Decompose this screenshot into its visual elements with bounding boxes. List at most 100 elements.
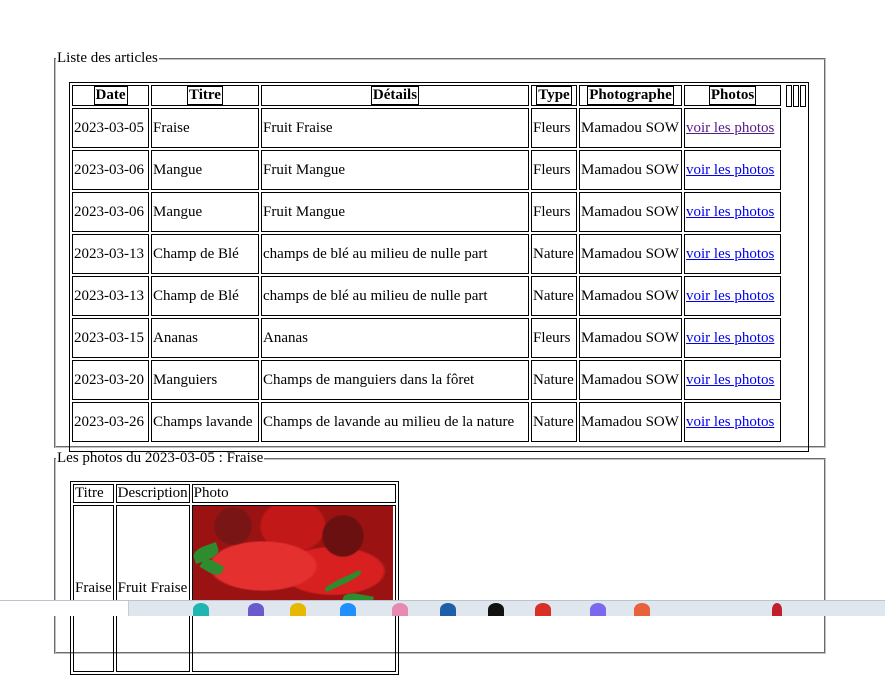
header-details: Détails <box>261 85 529 106</box>
taskbar-app-icon[interactable] <box>488 603 504 616</box>
cell-photos: voir les photos <box>684 192 781 232</box>
taskbar-app-icon[interactable] <box>248 603 264 616</box>
cell-photographe: Mamadou SOW <box>579 108 682 148</box>
table-row: 2023-03-20 Manguiers Champs de manguiers d… <box>72 360 781 400</box>
cell-photographe: Mamadou SOW <box>579 192 682 232</box>
voir-photos-link[interactable]: voir les photos <box>686 162 774 178</box>
cell-photos: voir les photos <box>684 402 781 442</box>
voir-photos-link[interactable]: voir les photos <box>686 330 774 346</box>
taskbar-app-icon[interactable] <box>340 603 356 616</box>
cell-photos: voir les photos <box>684 360 781 400</box>
cell-photos: voir les photos <box>684 108 781 148</box>
articles-table-container[interactable]: Date Titre Détails Type Photographe Phot… <box>69 82 809 452</box>
cell-titre: Champ de Blé <box>151 276 259 316</box>
header-type: Type <box>531 85 577 106</box>
voir-photos-link[interactable]: voir les photos <box>686 288 774 304</box>
header-photographe: Photographe <box>579 85 682 106</box>
cell-titre: Champ de Blé <box>151 234 259 274</box>
table-row: 2023-03-06 Mangue Fruit Mangue Fleurs Mamado… <box>72 150 781 190</box>
taskbar-app-icon[interactable] <box>290 603 306 616</box>
cell-date: 2023-03-05 <box>72 108 149 148</box>
header-date: Date <box>72 85 149 106</box>
cell-titre: Ananas <box>151 318 259 358</box>
cell-type: Fleurs <box>531 318 577 358</box>
strawberry-photo <box>192 506 393 606</box>
cell-titre: Manguiers <box>151 360 259 400</box>
voir-photos-link[interactable]: voir les photos <box>686 204 774 220</box>
table-row: 2023-03-15 Ananas Ananas Fleurs Mamadou SOW v… <box>72 318 781 358</box>
photos-header-photo: Photo <box>191 484 396 503</box>
cell-photos: voir les photos <box>684 318 781 358</box>
cell-details: Fruit Fraise <box>261 108 529 148</box>
cell-type: Nature <box>531 276 577 316</box>
cell-details: Fruit Mangue <box>261 192 529 232</box>
cell-type: Fleurs <box>531 192 577 232</box>
cell-type: Nature <box>531 234 577 274</box>
taskbar-app-icon[interactable] <box>634 603 650 616</box>
cell-date: 2023-03-13 <box>72 234 149 274</box>
cell-titre: Mangue <box>151 192 259 232</box>
voir-photos-link[interactable]: voir les photos <box>686 372 774 388</box>
cell-photos: voir les photos <box>684 276 781 316</box>
cell-date: 2023-03-06 <box>72 192 149 232</box>
taskbar-app-icon[interactable] <box>440 603 456 616</box>
table-scrollbar[interactable] <box>786 85 806 107</box>
cell-details: champs de blé au milieu de nulle part <box>261 276 529 316</box>
cell-photographe: Mamadou SOW <box>579 402 682 442</box>
voir-photos-link[interactable]: voir les photos <box>686 414 774 430</box>
articles-header-row: Date Titre Détails Type Photographe Phot… <box>72 85 781 106</box>
photos-header-description: Description <box>115 484 190 503</box>
cell-type: Fleurs <box>531 150 577 190</box>
cell-details: Champs de lavande au milieu de la nature <box>261 402 529 442</box>
cell-type: Nature <box>531 360 577 400</box>
table-row: 2023-03-26 Champs lavande Champs de lavand… <box>72 402 781 442</box>
table-row: 2023-03-13 Champ de Blé champs de blé au m… <box>72 234 781 274</box>
cell-titre: Fraise <box>151 108 259 148</box>
photos-header-row: Titre Description Photo <box>73 484 396 503</box>
table-row: 2023-03-06 Mangue Fruit Mangue Fleurs Mamado… <box>72 192 781 232</box>
header-photos: Photos <box>684 85 781 106</box>
cell-titre: Mangue <box>151 150 259 190</box>
cell-details: Fruit Mangue <box>261 150 529 190</box>
cell-photographe: Mamadou SOW <box>579 318 682 358</box>
photo-cell <box>191 505 396 672</box>
articles-legend: Liste des articles <box>57 50 158 66</box>
cell-photographe: Mamadou SOW <box>579 360 682 400</box>
cell-date: 2023-03-20 <box>72 360 149 400</box>
taskbar-app-icon[interactable] <box>193 603 209 616</box>
voir-photos-link[interactable]: voir les photos <box>686 120 774 136</box>
photos-legend: Les photos du 2023-03-05 : Fraise <box>57 450 264 466</box>
taskbar <box>0 600 885 616</box>
cell-date: 2023-03-06 <box>72 150 149 190</box>
cell-photographe: Mamadou SOW <box>579 276 682 316</box>
taskbar-app-icon[interactable] <box>535 603 551 616</box>
cell-photos: voir les photos <box>684 234 781 274</box>
taskbar-app-icon[interactable] <box>392 603 408 616</box>
cell-type: Fleurs <box>531 108 577 148</box>
articles-fieldset: Liste des articles Date Titre Détails Ty… <box>54 50 826 452</box>
photos-table: Titre Description Photo Fraise Fruit Fra… <box>70 481 399 675</box>
cell-photos: voir les photos <box>684 150 781 190</box>
photos-fieldset: Les photos du 2023-03-05 : Fraise Titre … <box>54 450 826 675</box>
taskbar-app-icon[interactable] <box>772 603 782 616</box>
cell-details: Champs de manguiers dans la fôret <box>261 360 529 400</box>
header-titre: Titre <box>151 85 259 106</box>
cell-date: 2023-03-13 <box>72 276 149 316</box>
taskbar-app-icon[interactable] <box>590 603 606 616</box>
photos-header-titre: Titre <box>73 484 114 503</box>
cell-date: 2023-03-15 <box>72 318 149 358</box>
cell-photographe: Mamadou SOW <box>579 150 682 190</box>
cell-details: champs de blé au milieu de nulle part <box>261 234 529 274</box>
photo-titre: Fraise <box>73 505 114 672</box>
articles-table: Date Titre Détails Type Photographe Phot… <box>70 83 783 444</box>
cell-titre: Champs lavande <box>151 402 259 442</box>
table-row: 2023-03-05 Fraise Fruit Fraise Fleurs Mamado… <box>72 108 781 148</box>
voir-photos-link[interactable]: voir les photos <box>686 246 774 262</box>
cell-date: 2023-03-26 <box>72 402 149 442</box>
photos-row: Fraise Fruit Fraise <box>73 505 396 672</box>
table-row: 2023-03-13 Champ de Blé champs de blé au m… <box>72 276 781 316</box>
cell-photographe: Mamadou SOW <box>579 234 682 274</box>
photo-description: Fruit Fraise <box>115 505 190 672</box>
cell-details: Ananas <box>261 318 529 358</box>
cell-type: Nature <box>531 402 577 442</box>
